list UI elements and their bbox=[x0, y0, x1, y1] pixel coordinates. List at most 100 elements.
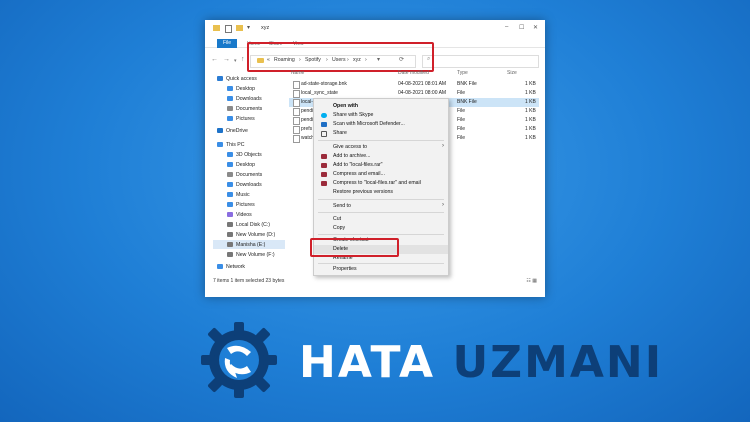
file-size: 1 KB bbox=[525, 99, 536, 105]
new-folder-icon[interactable] bbox=[236, 25, 243, 31]
menu-item-add-to-rar[interactable]: Add to "local-files.rar" bbox=[314, 161, 448, 170]
computer-icon bbox=[217, 142, 223, 148]
file-row[interactable]: local_sync_state 04-08-2021 08:00 AM Fil… bbox=[289, 89, 539, 98]
sidebar-item-documents[interactable]: Documents bbox=[227, 106, 262, 115]
cloud-icon bbox=[217, 128, 223, 134]
forward-button[interactable]: → bbox=[223, 56, 230, 63]
sidebar-item-desktop[interactable]: Desktop bbox=[227, 162, 255, 171]
sidebar-item-manisha-e[interactable]: Manisha (E:) bbox=[227, 242, 265, 251]
file-icon bbox=[293, 99, 300, 107]
file-icon bbox=[293, 81, 300, 89]
column-header-size[interactable]: Size bbox=[507, 70, 517, 76]
file-size: 1 KB bbox=[525, 108, 536, 114]
properties-icon[interactable] bbox=[225, 25, 232, 33]
sidebar-item-label: Manisha (E:) bbox=[236, 242, 266, 248]
minimize-button[interactable]: – bbox=[505, 24, 508, 30]
sidebar-item-label: Network bbox=[226, 264, 246, 270]
sidebar-item-music[interactable]: Music bbox=[227, 192, 250, 201]
sidebar-item-quick-access[interactable]: Quick access bbox=[217, 76, 257, 85]
sidebar-item-desktop[interactable]: Desktop bbox=[227, 86, 255, 95]
up-button[interactable]: ↑ bbox=[241, 56, 245, 63]
menu-item-label: Compress and email... bbox=[333, 171, 385, 177]
file-date: 04-08-2021 08:01 AM bbox=[398, 81, 447, 87]
maximize-button[interactable]: ☐ bbox=[519, 24, 524, 31]
sidebar-item-new-volume-d[interactable]: New Volume (D:) bbox=[227, 232, 275, 241]
chevron-right-icon: › bbox=[442, 143, 444, 149]
sidebar-item-label: Pictures bbox=[236, 202, 255, 208]
file-icon bbox=[293, 126, 300, 134]
sidebar-item-videos[interactable]: Videos bbox=[227, 212, 252, 221]
sidebar-item-label: Videos bbox=[236, 212, 252, 218]
menu-item-label: Scan with Microsoft Defender... bbox=[333, 121, 405, 127]
sidebar-item-label: Local Disk (C:) bbox=[236, 222, 271, 228]
cube-icon bbox=[227, 152, 233, 158]
pictures-icon bbox=[227, 116, 233, 122]
menu-item-label: Copy bbox=[333, 225, 346, 231]
file-icon bbox=[293, 117, 300, 125]
file-icon bbox=[293, 90, 300, 98]
menu-item-copy[interactable]: Copy bbox=[314, 224, 448, 233]
menu-item-give-access[interactable]: Give access to › bbox=[314, 143, 448, 152]
chevron-down-icon[interactable]: ▾ bbox=[247, 24, 250, 31]
sidebar-item-onedrive[interactable]: OneDrive bbox=[217, 128, 248, 137]
file-type: File bbox=[457, 90, 466, 96]
recent-locations-button[interactable]: ▾ bbox=[234, 58, 237, 64]
desktop-icon bbox=[227, 162, 233, 168]
menu-item-label: Restore previous versions bbox=[333, 189, 393, 195]
drive-icon bbox=[227, 242, 233, 248]
sidebar-item-downloads[interactable]: Downloads bbox=[227, 182, 262, 191]
title-bar: ▾ xyz – ☐ ✕ bbox=[205, 20, 545, 36]
menu-item-label: Cut bbox=[333, 216, 342, 222]
file-icon bbox=[293, 135, 300, 143]
sidebar-item-downloads[interactable]: Downloads bbox=[227, 96, 262, 105]
skype-icon bbox=[321, 112, 327, 118]
view-toggle-icon[interactable]: ☷ ▦ bbox=[526, 278, 537, 284]
winrar-icon bbox=[321, 180, 327, 186]
file-type: File bbox=[457, 135, 466, 141]
column-header-name[interactable]: Name bbox=[291, 70, 304, 76]
menu-item-restore-versions[interactable]: Restore previous versions bbox=[314, 188, 448, 197]
menu-item-add-to-archive[interactable]: Add to archive... bbox=[314, 152, 448, 161]
sidebar-item-local-disk-c[interactable]: Local Disk (C:) bbox=[227, 222, 270, 231]
menu-item-compress-email[interactable]: Compress and email... bbox=[314, 170, 448, 179]
sidebar-item-new-volume-f[interactable]: New Volume (F:) bbox=[227, 252, 275, 261]
file-size: 1 KB bbox=[525, 117, 536, 123]
chevron-right-icon: › bbox=[442, 202, 444, 208]
back-button[interactable]: ← bbox=[211, 56, 218, 63]
file-type: BNK File bbox=[457, 81, 477, 87]
menu-item-share-with-skype[interactable]: Share with Skype bbox=[314, 111, 448, 120]
file-type: File bbox=[457, 126, 466, 132]
menu-item-send-to[interactable]: Send to › bbox=[314, 202, 448, 211]
file-name: prefs bbox=[301, 126, 313, 132]
download-icon bbox=[227, 96, 233, 102]
sidebar-item-label: Documents bbox=[236, 106, 263, 112]
menu-item-share[interactable]: Share bbox=[314, 129, 448, 138]
sidebar-item-pictures[interactable]: Pictures bbox=[227, 202, 255, 211]
menu-item-open-with[interactable]: Open with bbox=[314, 102, 448, 111]
tab-file[interactable]: File bbox=[217, 39, 237, 48]
menu-item-properties[interactable]: Properties bbox=[314, 265, 448, 274]
menu-item-cut[interactable]: Cut bbox=[314, 215, 448, 224]
sidebar-item-label: Music bbox=[236, 192, 250, 198]
menu-item-label: Send to bbox=[333, 203, 351, 209]
file-size: 1 KB bbox=[525, 126, 536, 132]
file-name: local_sync_state bbox=[301, 90, 338, 96]
menu-separator bbox=[318, 234, 444, 235]
sidebar-item-label: Downloads bbox=[236, 182, 262, 188]
sidebar-item-3d-objects[interactable]: 3D Objects bbox=[227, 152, 262, 161]
menu-item-compress-rar-email[interactable]: Compress to "local-files.rar" and email bbox=[314, 179, 448, 188]
file-row[interactable]: ad-state-storage.bnk 04-08-2021 08:01 AM… bbox=[289, 80, 539, 89]
sidebar-item-documents[interactable]: Documents bbox=[227, 172, 262, 181]
star-icon bbox=[217, 76, 223, 82]
sidebar-item-this-pc[interactable]: This PC bbox=[217, 142, 244, 151]
sidebar-item-network[interactable]: Network bbox=[217, 264, 245, 273]
search-input[interactable] bbox=[422, 55, 539, 68]
window-title: xyz bbox=[261, 25, 270, 31]
column-header-date[interactable]: Date modified bbox=[398, 70, 429, 76]
sidebar-item-pictures[interactable]: Pictures bbox=[227, 116, 255, 125]
close-button[interactable]: ✕ bbox=[533, 24, 538, 31]
menu-item-scan-defender[interactable]: Scan with Microsoft Defender... bbox=[314, 120, 448, 129]
file-size: 1 KB bbox=[525, 135, 536, 141]
column-header-type[interactable]: Type bbox=[457, 70, 468, 76]
share-icon bbox=[321, 130, 327, 137]
